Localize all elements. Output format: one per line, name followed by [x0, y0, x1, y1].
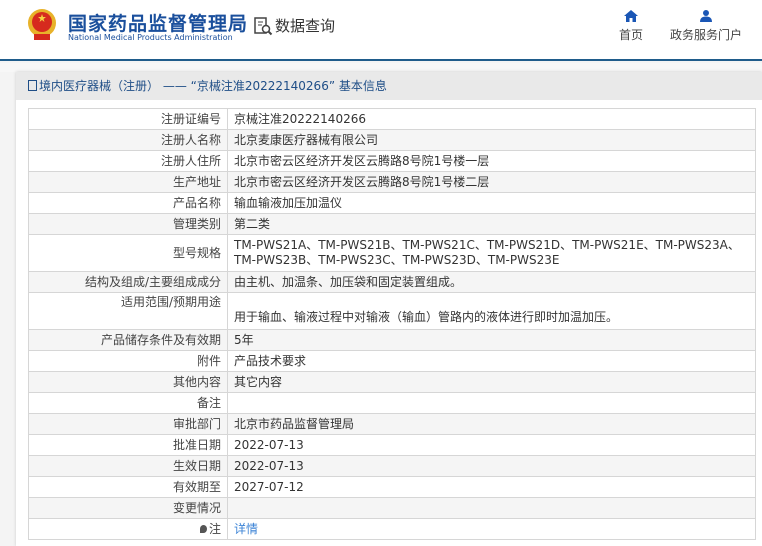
table-row: 注册人住所 北京市密云区经济开发区云腾路8号院1号楼一层: [28, 150, 756, 172]
row-value: 5年: [227, 329, 756, 351]
row-label: 注册证编号: [28, 108, 228, 130]
table-row: 生产地址 北京市密云区经济开发区云腾路8号院1号楼二层: [28, 171, 756, 193]
panel-title: 境内医疗器械（注册） —— “京械注准20222140266” 基本信息: [39, 79, 387, 93]
row-label: 注册人名称: [28, 129, 228, 151]
row-label: 适用范围/预期用途: [28, 292, 228, 330]
row-label: 备注: [28, 392, 228, 414]
document-icon: [28, 80, 37, 91]
row-value: 京械注准20222140266: [227, 108, 756, 130]
row-label: 审批部门: [28, 413, 228, 435]
row-label: 结构及组成/主要组成成分: [28, 271, 228, 293]
pin-icon: [199, 524, 207, 533]
row-value: 用于输血、输液过程中对输液（输血）管路内的液体进行即时加温加压。: [227, 292, 756, 330]
table-row: 适用范围/预期用途 用于输血、输液过程中对输液（输血）管路内的液体进行即时加温加压…: [28, 292, 756, 330]
table-row: 其他内容 其它内容: [28, 371, 756, 393]
row-label: 有效期至: [28, 476, 228, 498]
logo-title[interactable]: 国家药品监督管理局: [68, 9, 248, 36]
row-value: 其它内容: [227, 371, 756, 393]
table-row: 有效期至 2027-07-12: [28, 476, 756, 498]
table-row: 生效日期 2022-07-13: [28, 455, 756, 477]
panel-header: 境内医疗器械（注册） —— “京械注准20222140266” 基本信息: [16, 72, 762, 100]
data-query-label: 数据查询: [275, 17, 336, 35]
nav-gov-portal[interactable]: 政务服务门户: [666, 10, 746, 43]
nav-home[interactable]: 首页: [614, 10, 648, 43]
separator: [0, 63, 762, 72]
table-row: 注册证编号 京械注准20222140266: [28, 108, 756, 130]
table-row: 审批部门 北京市药品监督管理局: [28, 413, 756, 435]
logo-subtitle: National Medical Products Administration: [68, 33, 233, 42]
table-row: 变更情况: [28, 497, 756, 519]
table-row: 批准日期 2022-07-13: [28, 434, 756, 456]
info-table: 注册证编号 京械注准20222140266 注册人名称 北京麦康医疗器械有限公司 注册人…: [28, 108, 756, 540]
user-icon: [700, 10, 712, 22]
data-query-link[interactable]: 数据查询: [253, 15, 335, 36]
row-value: 详情: [227, 518, 756, 540]
document-search-icon: [254, 16, 273, 35]
row-label: 变更情况: [28, 497, 228, 519]
table-row: 备注: [28, 392, 756, 414]
row-value: [227, 392, 756, 414]
home-icon: [624, 10, 638, 22]
row-label: 批准日期: [28, 434, 228, 456]
row-value: TM-PWS21A、TM-PWS21B、TM-PWS21C、TM-PWS21D、…: [227, 234, 756, 272]
table-row: 型号规格 TM-PWS21A、TM-PWS21B、TM-PWS21C、TM-PWS…: [28, 234, 756, 272]
row-value: 北京市密云区经济开发区云腾路8号院1号楼二层: [227, 171, 756, 193]
nav-home-label: 首页: [618, 28, 643, 42]
table-row: 附件 产品技术要求: [28, 350, 756, 372]
table-row: 产品名称 输血输液加压加温仪: [28, 192, 756, 214]
national-emblem-icon: [28, 9, 56, 40]
row-value: 由主机、加温条、加压袋和固定装置组成。: [227, 271, 756, 293]
row-value: 2022-07-13: [227, 434, 756, 456]
nav-gov-portal-label: 政务服务门户: [669, 28, 742, 42]
row-label: 型号规格: [28, 234, 228, 272]
row-value: 2027-07-12: [227, 476, 756, 498]
row-value: 北京市药品监督管理局: [227, 413, 756, 435]
row-value: 第二类: [227, 213, 756, 235]
row-value: 产品技术要求: [227, 350, 756, 372]
row-label: 产品名称: [28, 192, 228, 214]
row-label: 生效日期: [28, 455, 228, 477]
note-label: 注: [208, 521, 221, 536]
row-value: 北京市密云区经济开发区云腾路8号院1号楼一层: [227, 150, 756, 172]
table-row: 管理类别 第二类: [28, 213, 756, 235]
note-row: 注详情: [28, 518, 756, 540]
row-label: 注: [28, 518, 228, 540]
row-label: 产品储存条件及有效期: [28, 329, 228, 351]
row-value: [227, 497, 756, 519]
table-row: 注册人名称 北京麦康医疗器械有限公司: [28, 129, 756, 151]
row-label: 附件: [28, 350, 228, 372]
info-panel: 境内医疗器械（注册） —— “京械注准20222140266” 基本信息 注册证…: [16, 72, 762, 546]
details-link[interactable]: 详情: [234, 522, 258, 536]
row-label: 注册人住所: [28, 150, 228, 172]
row-value: 输血输液加压加温仪: [227, 192, 756, 214]
row-value: 北京麦康医疗器械有限公司: [227, 129, 756, 151]
row-label: 生产地址: [28, 171, 228, 193]
site-header: 国家药品监督管理局 National Medical Products Admi…: [0, 0, 762, 61]
row-label: 其他内容: [28, 371, 228, 393]
row-value: 2022-07-13: [227, 455, 756, 477]
table-row: 产品储存条件及有效期 5年: [28, 329, 756, 351]
row-label: 管理类别: [28, 213, 228, 235]
table-row: 结构及组成/主要组成成分 由主机、加温条、加压袋和固定装置组成。: [28, 271, 756, 293]
